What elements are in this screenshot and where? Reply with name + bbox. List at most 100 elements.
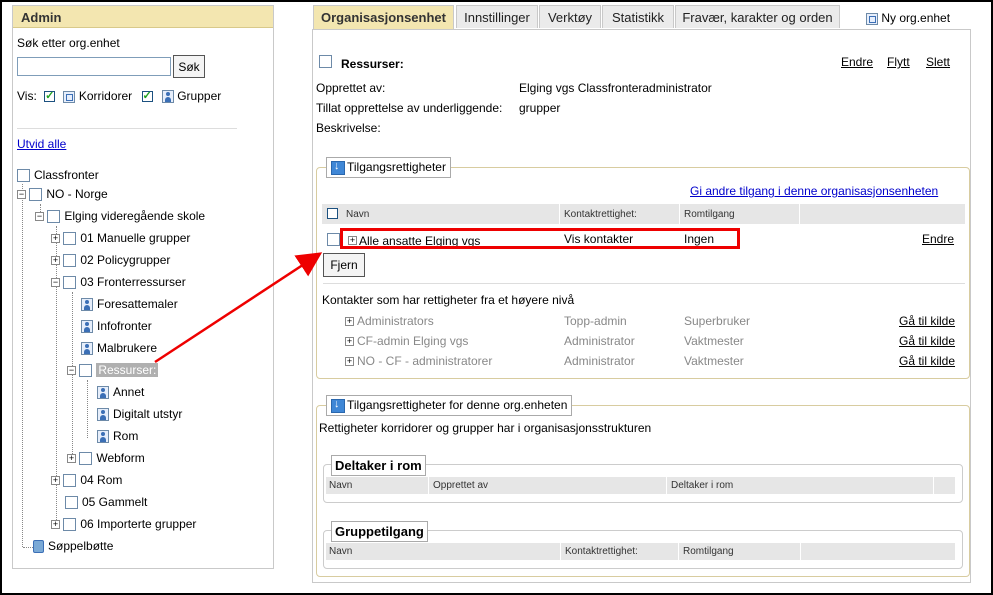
tree-item-importerte[interactable]: + 06 Importerte grupper [51,517,197,532]
tree-line [87,380,88,438]
tree-label: Webform [96,451,145,465]
group-icon [81,320,93,334]
remove-button[interactable]: Fjern [323,253,365,277]
collapse-icon[interactable]: − [17,190,26,200]
give-access-link[interactable]: Gi andre tilgang i denne organisasjonsen… [690,184,938,198]
tree-label: 06 Importerte grupper [80,517,197,531]
table-row: + CF-admin Elging vgs Administrator Vakt… [345,333,965,351]
expand-icon[interactable]: + [51,234,60,244]
expand-all-link[interactable]: Utvid alle [17,137,66,151]
tree-item-ressurser[interactable]: − Ressurser: [67,363,159,378]
go-to-source-link[interactable]: Gå til kilde [899,354,955,368]
search-button[interactable]: Søk [173,55,205,78]
tree-label: Infofronter [97,319,152,333]
tree-item-fronter[interactable]: − 03 Fronterressurser [51,275,186,290]
tree-item-digitalt[interactable]: Digitalt utstyr [97,407,182,422]
collapse-icon[interactable]: − [67,366,76,376]
tree-label: Søppelbøtte [48,539,114,553]
select-all-checkbox[interactable] [327,208,338,219]
row-contact: Administrator [564,334,635,348]
collapse-icon[interactable]: − [51,278,60,288]
tab-verktoy[interactable]: Verktøy [539,5,601,28]
tree-item-policy[interactable]: + 02 Policygrupper [51,253,170,268]
tree-item-infofronter[interactable]: Infofronter [81,319,152,334]
admin-panel-title: Admin [13,6,273,28]
groups-label: Grupper [177,89,222,103]
go-to-source-link[interactable]: Gå til kilde [899,314,955,328]
folder-icon [63,474,77,488]
tree-item-classfronter[interactable]: Classfronter [17,168,99,183]
go-to-source-link[interactable]: Gå til kilde [899,334,955,348]
group-legend: Gruppetilgang [331,521,428,542]
tab-innstillinger[interactable]: Innstillinger [456,5,538,28]
row-edit-link[interactable]: Endre [922,232,954,246]
tree-item-webform[interactable]: + Webform [67,451,145,466]
tree-item-manuelle[interactable]: + 01 Manuelle grupper [51,231,190,246]
trash-icon [33,540,44,554]
tab-fravaer[interactable]: Fravær, karakter og orden [675,5,840,28]
expand-icon[interactable]: + [345,317,354,326]
tab-organisasjonsenhet[interactable]: Organisasjonsenhet [313,5,454,30]
group-icon [161,90,174,104]
tree-item-trash[interactable]: Søppelbøtte [33,539,114,554]
folder-icon [17,169,30,183]
created-by-label: Opprettet av: [316,81,386,95]
folder-icon [29,188,43,202]
edit-link[interactable]: Endre [841,55,873,69]
participant-table-header: Navn Opprettet av Deltaker i rom [326,477,955,494]
admin-panel: Admin Søk etter org.enhet Søk Vis: Korri… [12,5,274,569]
column-header: Kontaktrettighet: [564,209,637,220]
tree-label: Rom [113,429,139,443]
tree-item-no-norge[interactable]: − NO - Norge [17,187,108,202]
expand-icon[interactable]: + [345,357,354,366]
access-legend-text: Tilgangsrettigheter [347,160,446,174]
row-checkbox[interactable] [327,233,340,246]
expand-icon[interactable]: + [51,476,60,486]
tree-item-malbrukere[interactable]: Malbrukere [81,341,158,356]
expand-icon[interactable]: + [345,337,354,346]
tree-label: 04 Rom [80,473,123,487]
row-name: CF-admin Elging vgs [357,334,469,348]
tree-label: 03 Fronterressurser [80,275,186,289]
column-header: Deltaker i rom [671,480,734,491]
move-link[interactable]: Flytt [887,55,910,69]
inherited-title: Kontakter som har rettigheter fra et høy… [322,293,575,307]
groups-checkbox[interactable] [141,89,153,103]
unit-name: Ressurser: [341,57,404,71]
allow-value: grupper [519,101,561,115]
tab-statistikk[interactable]: Statistikk [602,5,674,28]
search-input[interactable] [17,57,171,76]
unit-access-subtitle: Rettigheter korridorer og grupper har i … [319,421,652,435]
group-icon [97,408,109,422]
expand-icon[interactable]: + [51,520,60,530]
column-header: Romtilgang [684,209,735,220]
tree-item-rom[interactable]: Rom [97,429,139,444]
tree-item-foresatte[interactable]: Foresattemaler [81,297,178,312]
new-org-button[interactable]: Ny org.enhet [866,11,950,25]
divider [17,128,237,129]
expand-icon[interactable]: + [51,256,60,266]
tree-label: Elging videregående skole [64,209,206,223]
tree-item-rom04[interactable]: + 04 Rom [51,473,123,488]
tree-item-gammelt[interactable]: 05 Gammelt [65,495,147,510]
tree-item-annet[interactable]: Annet [97,385,144,400]
collapse-icon[interactable]: − [35,212,44,222]
new-org-icon [866,12,878,25]
tree-item-elging[interactable]: − Elging videregående skole [35,209,206,224]
search-label: Søk etter org.enhet [17,36,120,50]
unit-access-legend-text: Tilgangsrettigheter for denne org.enhete… [347,398,568,412]
row-room: Vaktmester [684,334,744,348]
expand-icon[interactable]: + [67,454,76,464]
filter-row: Vis: Korridorer Grupper [17,89,222,104]
tree-label: NO - Norge [46,187,108,201]
highlight-box [340,228,740,249]
corridor-icon [63,90,76,103]
allow-label: Tillat opprettelse av underliggende: [316,101,503,115]
row-room: Superbruker [684,314,751,328]
tree-label: Malbrukere [97,341,158,355]
folder-icon [63,254,77,268]
unit-checkbox[interactable] [319,55,332,68]
delete-link[interactable]: Slett [926,55,950,69]
corridors-checkbox[interactable] [44,89,56,103]
folder-icon [65,496,78,510]
